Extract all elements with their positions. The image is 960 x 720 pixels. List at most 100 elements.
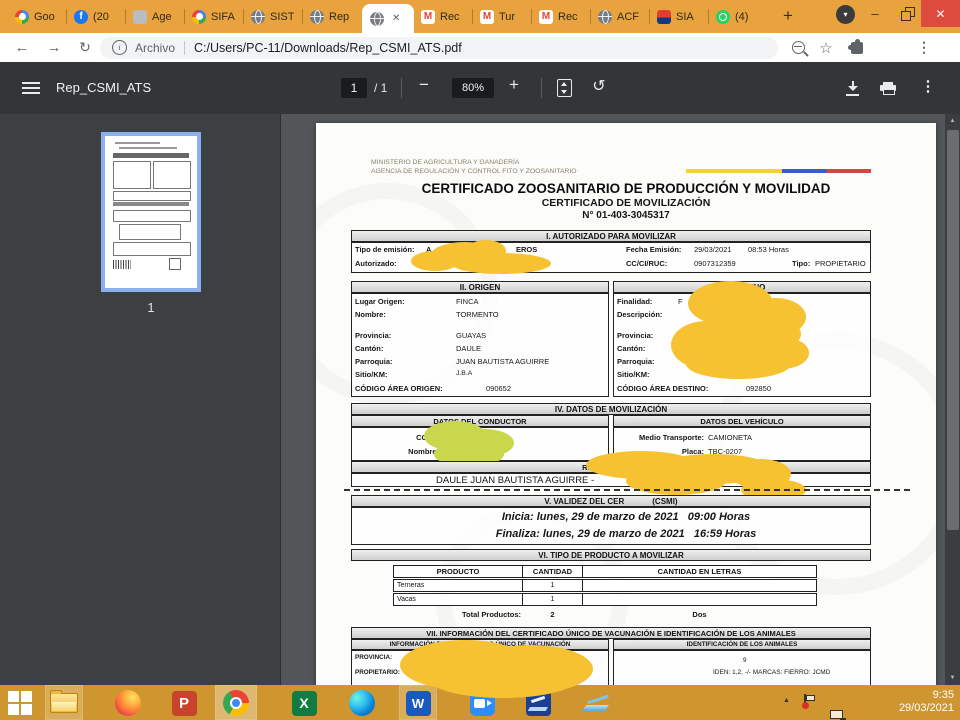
scroll-down-icon[interactable]: ▼ [945,671,960,685]
field-value: 0907312359 [694,259,736,268]
doc-cert-number: N° 01-403-3045317 [316,210,936,221]
tab-rep[interactable]: Rep [303,0,362,33]
download-icon[interactable] [845,81,860,96]
tab-age[interactable]: Age [126,0,185,33]
redaction-blob [428,658,578,698]
total-value: 2 [522,610,583,619]
scroll-up-icon[interactable]: ▲ [945,114,960,128]
tab-active-pdf[interactable]: ✕ [362,4,414,33]
action-center-flag-icon[interactable] [804,694,817,708]
facebook-favicon [74,10,88,24]
tab-google[interactable]: Goo [8,0,67,33]
flatbed-scanner-icon [583,691,610,716]
page-thumbnail[interactable] [105,136,197,288]
start-button[interactable] [6,689,34,717]
tab-gmail-2[interactable]: Tur [473,0,532,33]
chrome-icon[interactable] [222,689,250,717]
field-label: Cantón: [617,344,645,353]
google-favicon [192,10,206,24]
window-close-button[interactable]: ✕ [921,0,960,27]
new-tab-button[interactable]: + [776,4,800,28]
section4-conductor-header: DATOS DEL CONDUCTOR [351,415,609,427]
field-value: GUAYAS [456,331,486,340]
tab-label: SIFA [211,11,235,23]
zoom-in-button[interactable]: + [502,75,526,95]
taskbar-clock[interactable]: 9:35 29/03/2021 [899,689,954,715]
toolbar-divider [541,78,542,98]
firefox-icon[interactable] [114,689,142,717]
back-icon[interactable]: ← [10,33,34,62]
clock-date: 29/03/2021 [899,702,954,715]
pdf-more-kebab-icon[interactable]: ⋮ [916,77,940,95]
tab-gmail-3[interactable]: Rec [532,0,591,33]
omnibox[interactable]: i Archivo C:/Users/PC-11/Downloads/Rep_C… [100,37,778,59]
rotate-icon[interactable]: ↺ [588,76,610,96]
forward-icon[interactable]: → [42,33,66,62]
network-icon[interactable] [830,710,845,720]
tab-sia[interactable]: SIA [650,0,709,33]
thumb-qr [169,258,181,270]
section4-vehiculo-header: DATOS DEL VEHÍCULO [613,415,871,427]
powerpoint-icon[interactable]: P [170,689,198,717]
magnifier-icon [792,41,805,54]
tab-whatsapp[interactable]: (4) [709,0,768,33]
tab-gmail-1[interactable]: Rec [414,0,473,33]
thumb-sketch-box [113,242,191,256]
tab-search-button[interactable]: ▾ [836,5,855,24]
powerpoint-logo-icon: P [172,691,197,716]
thumb-sketch-box [113,210,191,222]
field-value: DAULE [456,344,481,353]
extensions-icon[interactable] [845,33,869,62]
tray-chevron-icon[interactable]: ▲ [783,697,790,704]
tab-label: (20 [93,11,109,23]
inicia-time: 09:00 Horas [688,511,750,523]
fit-to-page-icon[interactable] [557,79,572,97]
google-favicon [15,10,29,24]
toolbar-divider [401,78,402,98]
table-cell: Terneras [393,579,523,592]
globe-favicon [598,10,612,24]
tab-label: Age [152,11,172,23]
gmail-favicon [421,10,435,24]
field-value: 29/03/2021 [694,245,732,254]
gmail-favicon [480,10,494,24]
zoom-out-button[interactable]: − [412,75,436,95]
zoom-out-page-icon[interactable] [787,33,809,62]
tab-sist[interactable]: SIST [244,0,303,33]
bookmark-star-icon[interactable]: ☆ [814,33,838,62]
field-value: 090652 [486,384,511,393]
scan-utility-icon[interactable] [582,689,610,717]
tab-acf[interactable]: ACF [591,0,650,33]
vertical-scrollbar[interactable]: ▲ ▼ [945,114,960,685]
print-icon[interactable] [880,82,896,95]
tab-label: SIST [270,11,294,23]
field-label: Nombre: [355,310,386,319]
tab-label: Goo [34,11,55,23]
validity-start: Inicia: lunes, 29 de marzo de 2021 09:00… [316,511,936,523]
pdf-menu-icon[interactable] [22,82,40,84]
word-icon[interactable]: W [404,689,432,717]
tab-close-icon[interactable]: ✕ [392,13,400,24]
ecuador-flag-line [686,169,871,173]
zoom-level-value[interactable]: 80% [452,78,494,98]
stray-digit: 9 [743,657,747,664]
window-minimize-button[interactable]: – [860,0,890,27]
file-explorer-icon[interactable] [50,689,78,717]
edge-icon[interactable] [348,689,376,717]
page-count-label: / 1 [374,81,387,95]
page-number-input[interactable]: 1 [341,78,367,98]
reload-icon[interactable]: ↻ [73,33,97,62]
window-restore-button[interactable] [892,0,920,27]
ministry-line2: AGENCIA DE REGULACIÓN Y CONTROL FITO Y Z… [371,168,577,177]
field-value: TORMENTO [456,310,499,319]
tab-facebook[interactable]: (20 [67,0,126,33]
scrollbar-thumb[interactable] [947,130,959,530]
field-label: Cantón: [355,344,383,353]
pdf-viewport[interactable]: MINISTERIO DE AGRICULTURA Y GANADERÍA AG… [280,114,945,685]
info-icon[interactable]: i [112,40,127,55]
field-value: 092850 [746,384,771,393]
excel-icon[interactable]: X [290,689,318,717]
tab-sifa[interactable]: SIFA [185,0,244,33]
excel-logo-icon: X [292,691,317,716]
browser-menu-kebab-icon[interactable]: ⋮ [912,33,936,62]
